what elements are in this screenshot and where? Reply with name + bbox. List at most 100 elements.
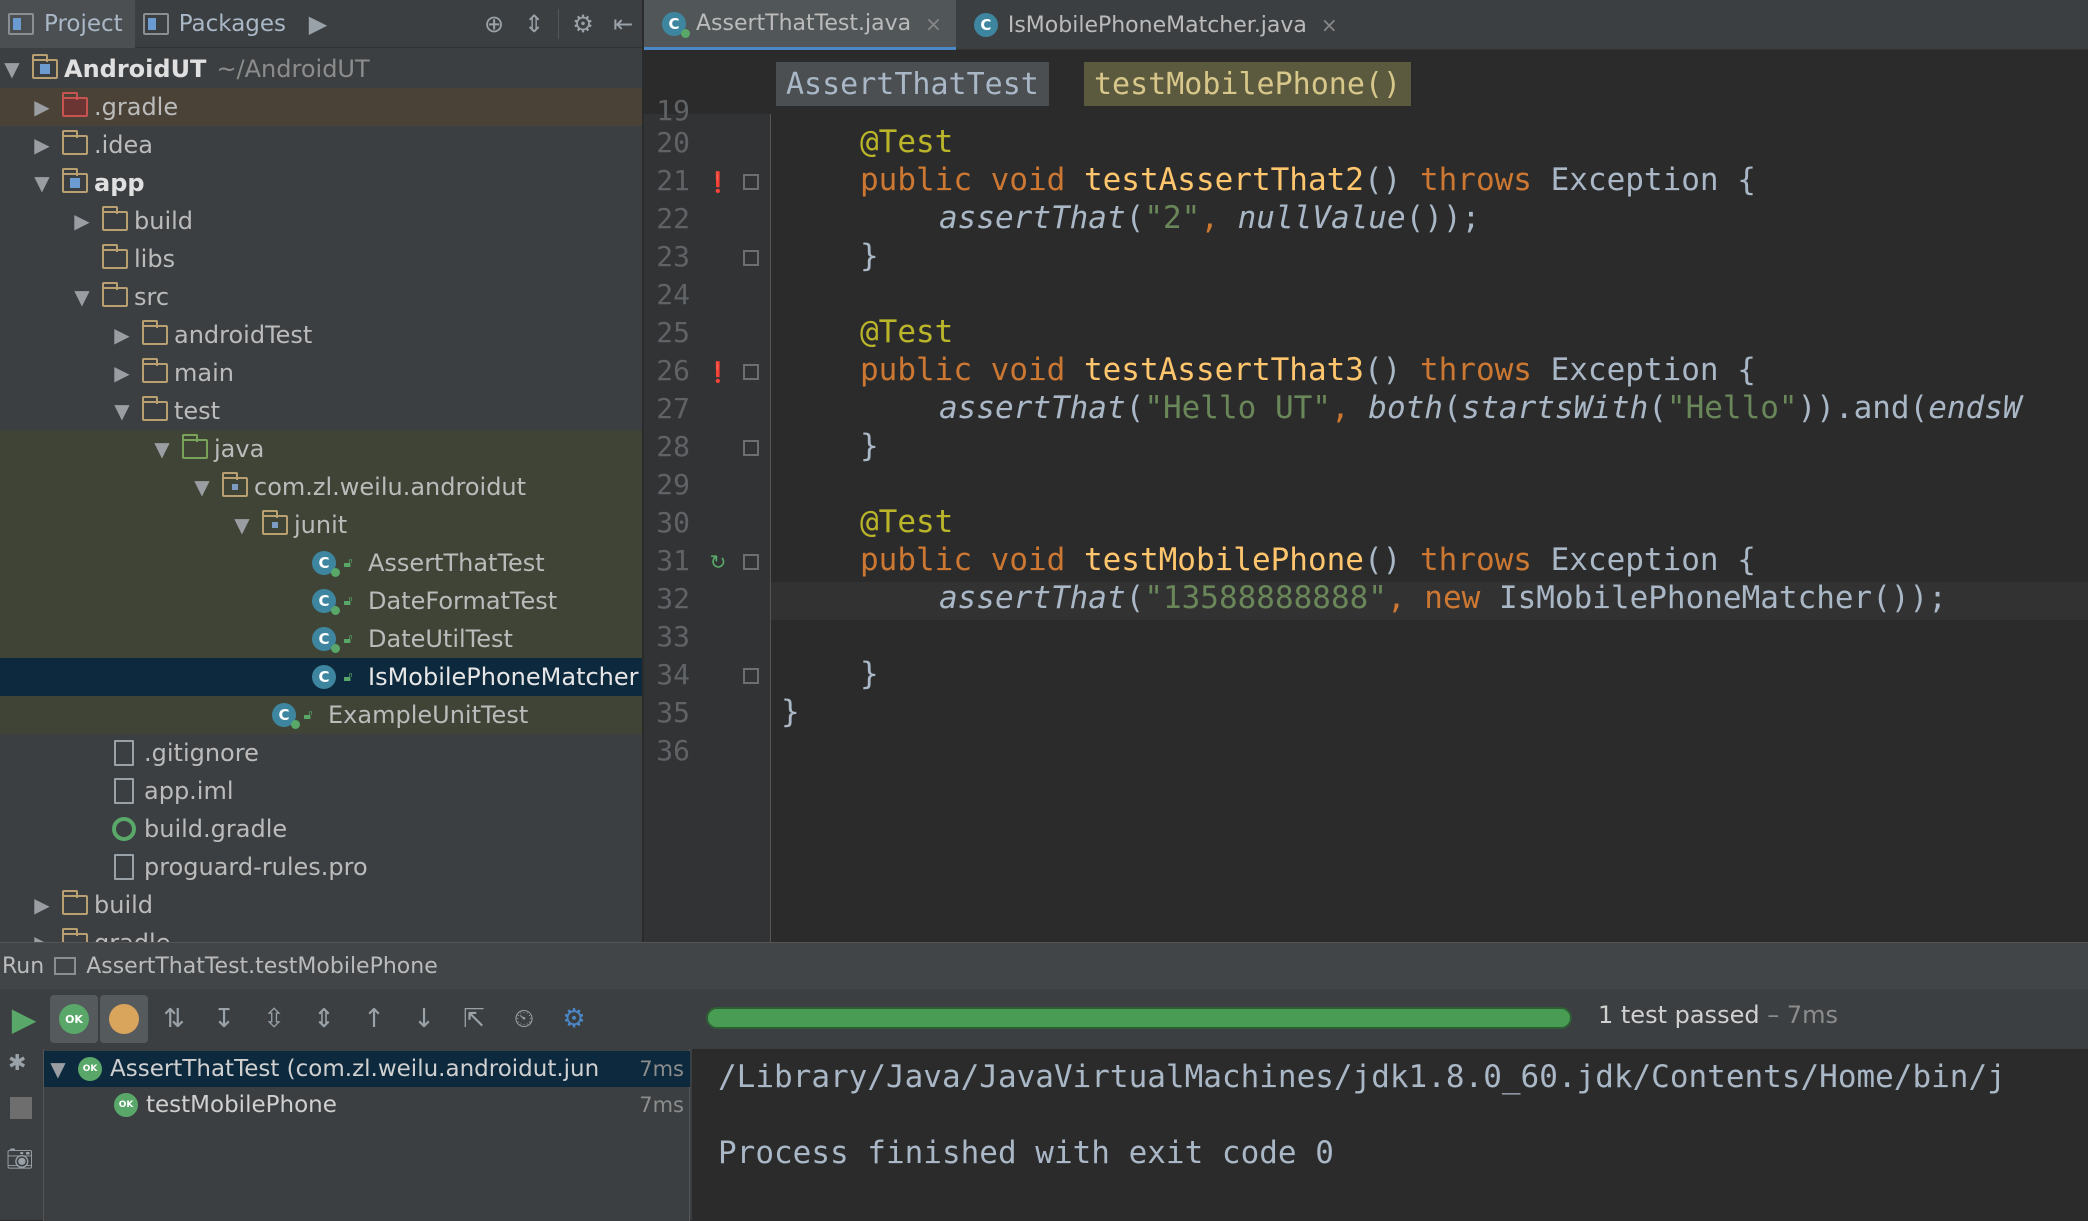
debug-icon[interactable]: ✱	[8, 1051, 26, 1076]
show-ignored-toggle[interactable]	[100, 995, 148, 1043]
tree-item-build[interactable]: ▶ build	[0, 202, 642, 240]
camera-icon[interactable]: 📷︎	[6, 1147, 34, 1172]
tree-item-gradle-dir[interactable]: ▶ gradle	[0, 924, 642, 942]
previous-test-icon[interactable]: ↑	[350, 995, 398, 1043]
code-area[interactable]: @Test public void testAssertThat2() thro…	[771, 114, 2088, 942]
export-icon[interactable]: ⇱	[450, 995, 498, 1043]
gear-icon[interactable]: ⚙	[550, 995, 598, 1043]
sort-duration-icon[interactable]: ↧	[200, 995, 248, 1043]
show-passed-toggle[interactable]: OK	[50, 995, 98, 1043]
chevron-down-icon[interactable]: ▼	[0, 57, 24, 81]
tree-item-app-iml[interactable]: app.iml	[0, 772, 642, 810]
test-suite-row[interactable]: ▼ OK AssertThatTest (com.zl.weilu.androi…	[44, 1051, 690, 1087]
tab-dropdown-icon[interactable]: ▶	[298, 4, 338, 44]
folder-icon	[142, 358, 168, 383]
editor-tabs: C AssertThatTest.java × C IsMobilePhoneM…	[644, 0, 2088, 50]
run-error-icon[interactable]: ❗	[704, 168, 732, 196]
passed-icon: OK	[78, 1057, 102, 1081]
chevron-down-icon[interactable]: ▼	[190, 475, 214, 499]
chevron-right-icon[interactable]: ▶	[110, 361, 134, 385]
test-case-row[interactable]: OK testMobilePhone 7ms	[44, 1087, 690, 1123]
chevron-right-icon[interactable]: ▶	[70, 209, 94, 233]
breadcrumb-class[interactable]: AssertThatTest	[776, 62, 1049, 106]
tree-item-package[interactable]: ▼ com.zl.weilu.androidut	[0, 468, 642, 506]
chevron-right-icon[interactable]: ▶	[30, 893, 54, 917]
tree-item-java[interactable]: ▼ java	[0, 430, 642, 468]
chevron-down-icon[interactable]: ▼	[110, 399, 134, 423]
close-icon[interactable]: ×	[1321, 13, 1338, 37]
tab-assertthattest-java[interactable]: C AssertThatTest.java ×	[644, 0, 956, 50]
chevron-down-icon[interactable]: ▼	[150, 437, 174, 461]
code-line: @Test	[860, 504, 954, 540]
fold-marker-icon[interactable]	[743, 440, 759, 456]
tree-item-test[interactable]: ▼ test	[0, 392, 642, 430]
stop-icon[interactable]	[10, 1097, 32, 1119]
line-number: 29	[656, 468, 690, 501]
gear-icon[interactable]: ⚙	[563, 4, 603, 44]
test-class-icon: C	[662, 11, 690, 38]
package-icon	[262, 510, 288, 535]
close-icon[interactable]: ×	[925, 12, 942, 36]
code-line: public void testMobilePhone() throws Exc…	[860, 542, 1756, 578]
chevron-down-icon[interactable]: ▼	[30, 171, 54, 195]
chevron-down-icon[interactable]: ▼	[230, 513, 254, 537]
fold-marker-icon[interactable]	[743, 174, 759, 190]
chevron-right-icon[interactable]: ▶	[30, 931, 54, 942]
tree-item-exampleunittest[interactable]: C 🔓︎ ExampleUnitTest	[0, 696, 642, 734]
tree-item-idea[interactable]: ▶ .idea	[0, 126, 642, 164]
chevron-right-icon[interactable]: ▶	[110, 323, 134, 347]
folder-icon	[102, 244, 128, 269]
code-line: assertThat("2", nullValue());	[939, 200, 1481, 236]
hide-panel-icon[interactable]: ⇤	[603, 4, 642, 44]
scroll-from-source-icon[interactable]: ⊕	[474, 4, 514, 44]
history-icon[interactable]: ⏲	[500, 995, 548, 1043]
class-icon: C	[312, 665, 336, 689]
fold-marker-icon[interactable]	[743, 250, 759, 266]
run-error-icon[interactable]: ❗	[704, 358, 732, 386]
expand-all-icon[interactable]: ⇳	[250, 995, 298, 1043]
breadcrumb-method[interactable]: testMobilePhone()	[1084, 62, 1412, 106]
fold-marker-icon[interactable]	[743, 364, 759, 380]
tree-item-app[interactable]: ▼ app	[0, 164, 642, 202]
ok-badge-icon: OK	[59, 1004, 89, 1034]
tree-item-gradle[interactable]: ▶ .gradle	[0, 88, 642, 126]
tree-item-root-build[interactable]: ▶ build	[0, 886, 642, 924]
chevron-right-icon[interactable]: ▶	[30, 95, 54, 119]
collapse-all-icon[interactable]: ⇕	[514, 4, 554, 44]
chevron-down-icon[interactable]: ▼	[70, 285, 94, 309]
line-number: 36	[656, 734, 690, 767]
tree-item-androidtest[interactable]: ▶ androidTest	[0, 316, 642, 354]
tree-item-assertthattest[interactable]: C 🔓︎ AssertThatTest	[0, 544, 642, 582]
tree-item-proguard[interactable]: proguard-rules.pro	[0, 848, 642, 886]
tree-item-ismobilephonematcher[interactable]: C 🔓︎ IsMobilePhoneMatcher	[0, 658, 642, 696]
tree-item-src[interactable]: ▼ src	[0, 278, 642, 316]
tree-item-dateutiltest[interactable]: C 🔓︎ DateUtilTest	[0, 620, 642, 658]
collapse-all-icon[interactable]: ⇕	[300, 995, 348, 1043]
sort-alpha-icon[interactable]: ⇅	[150, 995, 198, 1043]
fold-marker-icon[interactable]	[743, 554, 759, 570]
chevron-down-icon[interactable]: ▼	[46, 1057, 70, 1081]
tree-item-main[interactable]: ▶ main	[0, 354, 642, 392]
run-passed-icon[interactable]: ↻	[704, 548, 732, 576]
tree-item-libs[interactable]: ▶ libs	[0, 240, 642, 278]
tree-item-junit[interactable]: ▼ junit	[0, 506, 642, 544]
ignored-icon	[109, 1004, 139, 1034]
tab-packages[interactable]: Packages	[135, 0, 298, 48]
console-line: /Library/Java/JavaVirtualMachines/jdk1.8…	[718, 1059, 2006, 1095]
console-output[interactable]: /Library/Java/JavaVirtualMachines/jdk1.8…	[692, 1049, 2088, 1221]
tree-item-gitignore[interactable]: .gitignore	[0, 734, 642, 772]
chevron-right-icon[interactable]: ▶	[30, 133, 54, 157]
rerun-icon[interactable]: ▶	[0, 995, 48, 1043]
line-number: 22	[656, 202, 690, 235]
tree-item-dateformattest[interactable]: C 🔓︎ DateFormatTest	[0, 582, 642, 620]
tree-root[interactable]: ▼ AndroidUT ~/AndroidUT	[0, 50, 642, 88]
tree-item-build-gradle[interactable]: build.gradle	[0, 810, 642, 848]
fold-marker-icon[interactable]	[743, 668, 759, 684]
tab-project[interactable]: Project	[0, 0, 135, 48]
code-line: }	[860, 656, 879, 692]
next-test-icon[interactable]: ↓	[400, 995, 448, 1043]
test-folder-icon	[182, 434, 208, 459]
run-config-name[interactable]: AssertThatTest.testMobilePhone	[86, 954, 438, 979]
tab-ismobilephonematcher-java[interactable]: C IsMobilePhoneMatcher.java ×	[956, 0, 1352, 50]
line-number: 20	[656, 126, 690, 159]
